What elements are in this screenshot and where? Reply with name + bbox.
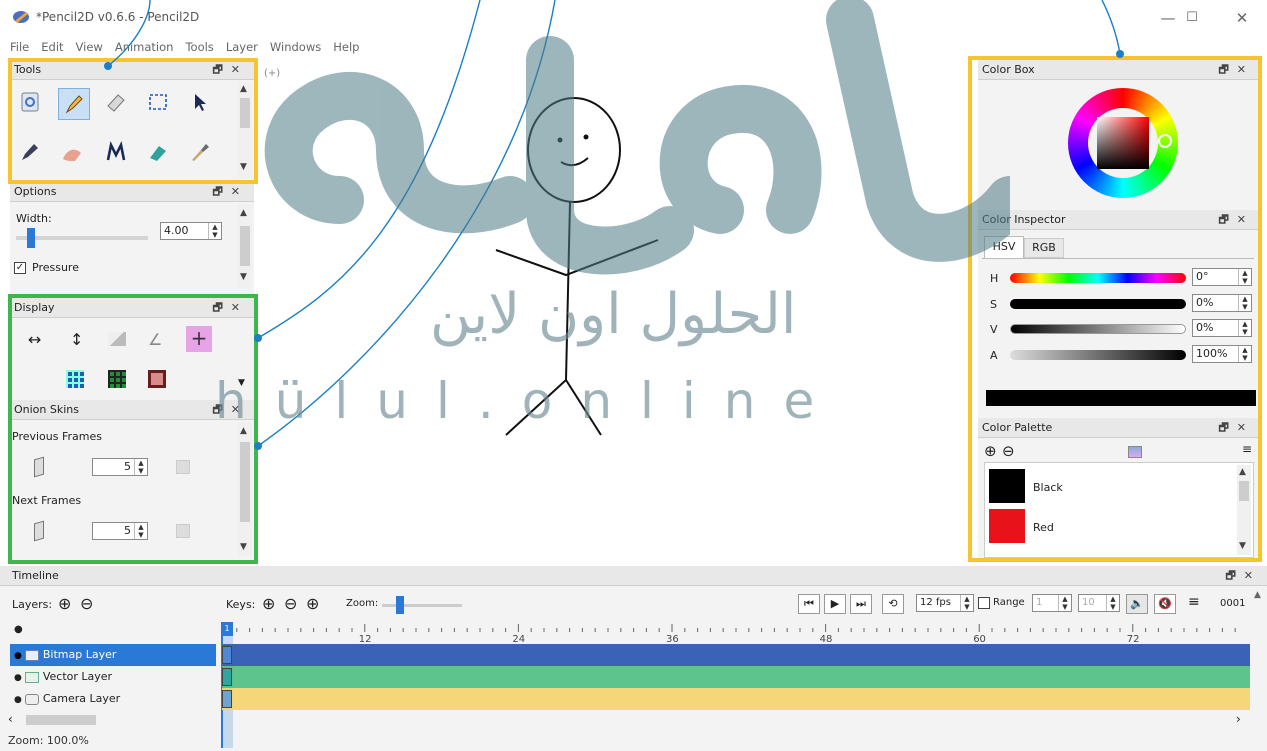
watermark-logo <box>264 0 1010 275</box>
